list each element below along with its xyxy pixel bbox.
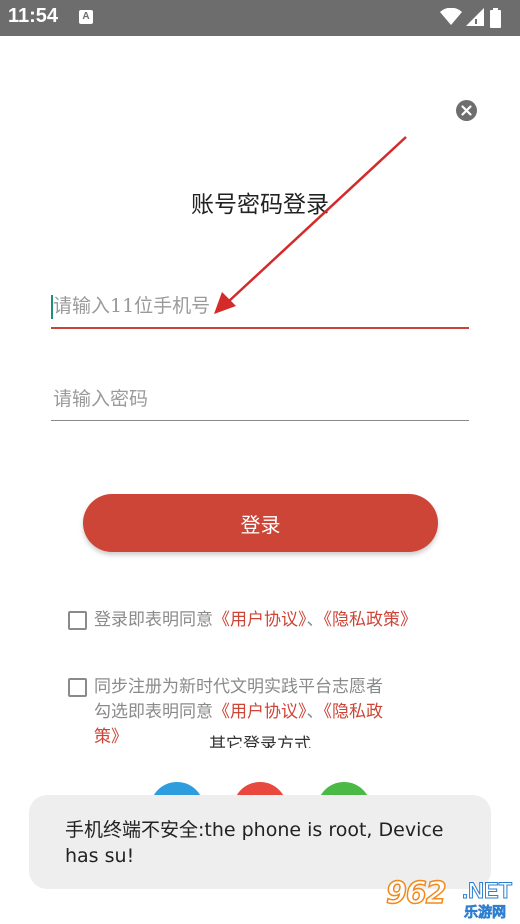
site-watermark: 962 .NET 乐游网 [380, 875, 520, 924]
volunteer-separator: 、 [306, 702, 324, 722]
phone-field[interactable] [51, 285, 469, 329]
volunteer-agreement-text: 同步注册为新时代文明实践平台志愿者 勾选即表明同意《用户协议》、《隐私政 [94, 675, 383, 725]
login-button[interactable]: 登录 [83, 494, 438, 552]
signal-icon [466, 8, 484, 26]
user-agreement-link[interactable]: 《用户协议》 [213, 610, 307, 630]
agreement-separator: 、 [306, 610, 324, 630]
volunteer-checkbox[interactable] [68, 678, 87, 697]
watermark-number: 962 [385, 875, 447, 912]
volunteer-agreement: 同步注册为新时代文明实践平台志愿者 勾选即表明同意《用户协议》、《隐私政 策》 [68, 675, 468, 751]
agreement-text: 登录即表明同意《用户协议》、《隐私政策》 [94, 608, 417, 633]
status-bar: 11:54 A [0, 0, 520, 36]
login-screen: 11:54 A 账号密码登录 登录 登录即表明同 [0, 0, 520, 924]
status-time: 11:54 [8, 5, 59, 27]
battery-icon [490, 8, 501, 28]
text-cursor [51, 295, 53, 319]
agreement-terms: 登录即表明同意《用户协议》、《隐私政策》 [68, 608, 488, 634]
wifi-icon [440, 8, 462, 25]
close-button[interactable] [456, 100, 477, 121]
toast-message: 手机终端不安全:the phone is root, Device has su… [65, 819, 444, 867]
volunteer-privacy-link[interactable]: 《隐私政 [324, 702, 384, 722]
notification-icon: A [79, 10, 93, 24]
privacy-policy-link[interactable]: 《隐私政策》 [324, 610, 418, 630]
page-title: 账号密码登录 [191, 192, 329, 218]
phone-input[interactable] [51, 285, 469, 327]
watermark-subtitle: 乐游网 [464, 905, 507, 922]
volunteer-privacy-link-tail[interactable]: 策》 [94, 725, 128, 750]
close-icon [461, 105, 472, 116]
volunteer-agreement-prefix: 勾选即表明同意 [94, 702, 213, 722]
agreement-prefix: 登录即表明同意 [94, 610, 213, 630]
volunteer-line: 同步注册为新时代文明实践平台志愿者 [94, 677, 383, 697]
security-toast: 手机终端不安全:the phone is root, Device has su… [29, 795, 491, 889]
watermark-suffix: .NET [461, 878, 513, 904]
password-field[interactable] [51, 377, 469, 421]
volunteer-user-agreement-link[interactable]: 《用户协议》 [213, 702, 307, 722]
password-input[interactable] [51, 377, 469, 420]
agreement-checkbox[interactable] [68, 611, 87, 630]
